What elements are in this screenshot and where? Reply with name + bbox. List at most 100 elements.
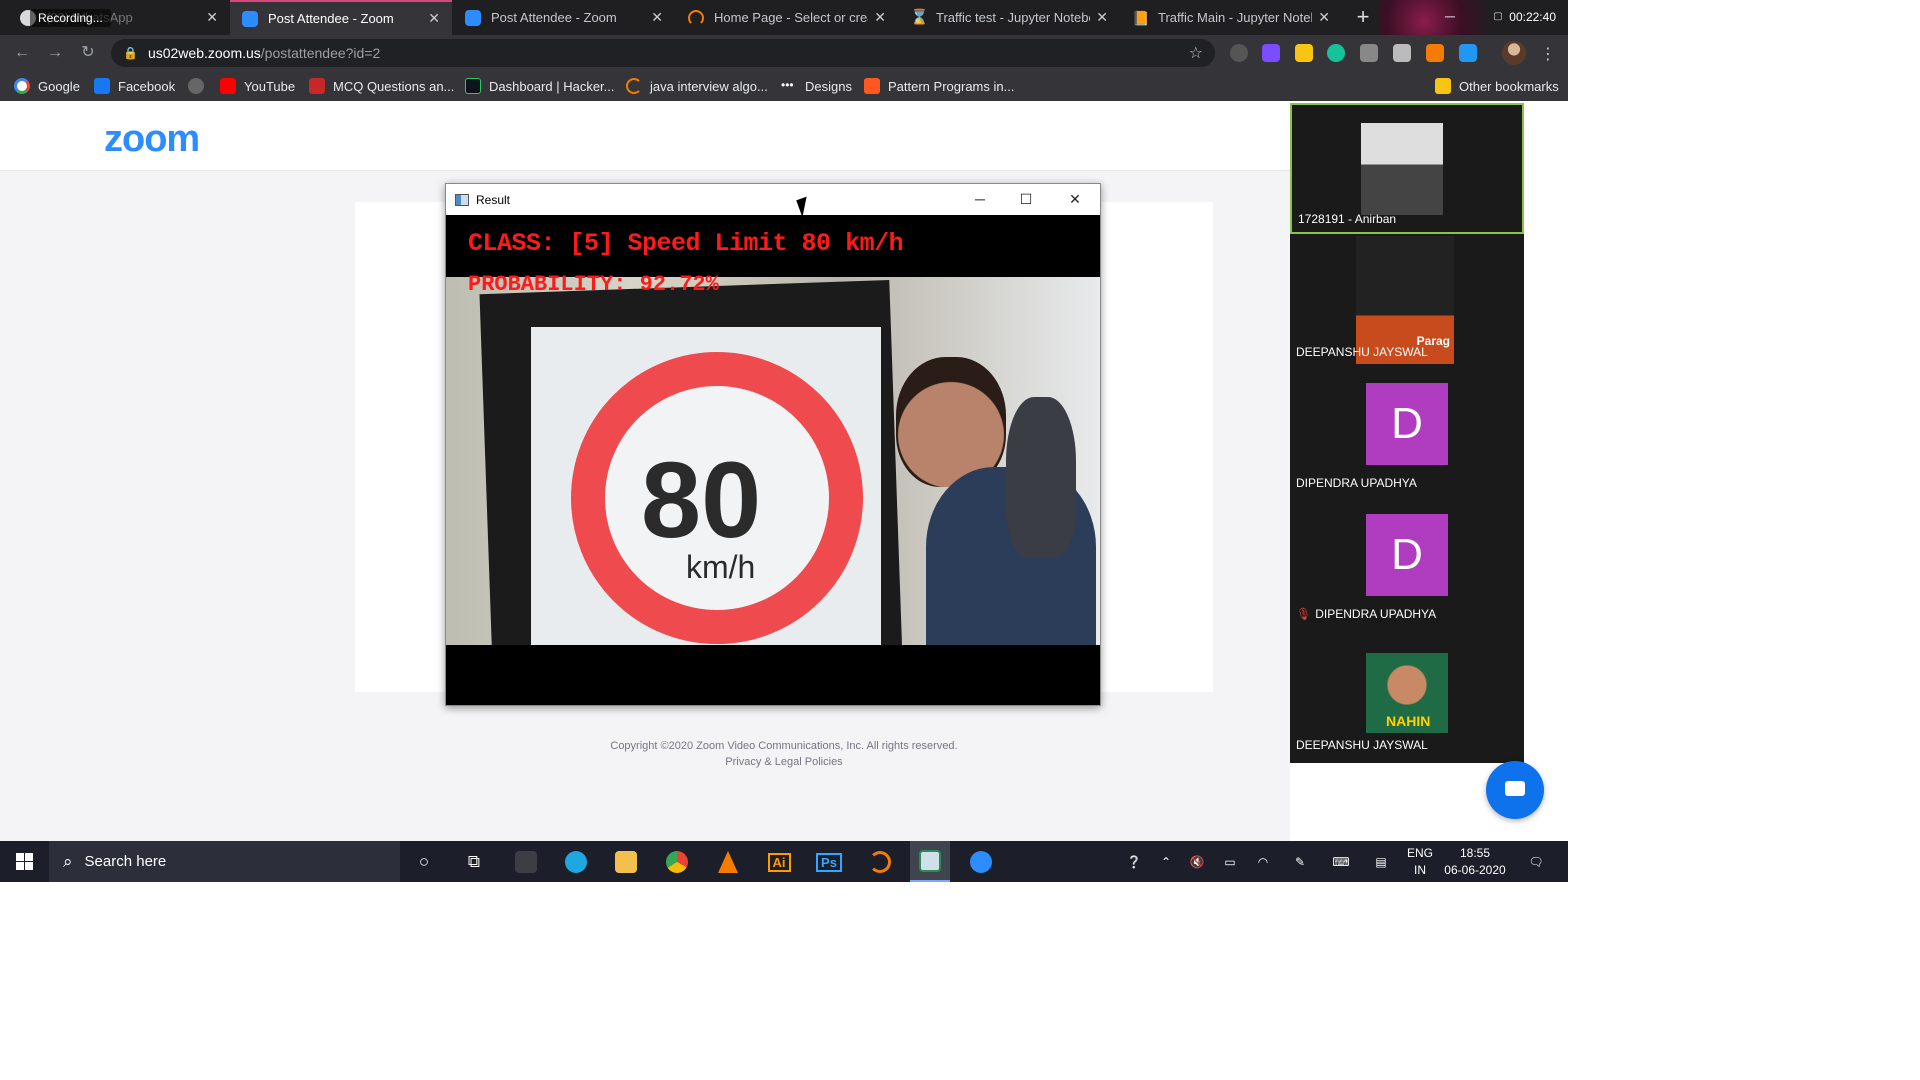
result-title: Result — [476, 192, 511, 207]
reload-icon[interactable]: ↻ — [76, 41, 100, 65]
close-button[interactable]: ✕ — [1052, 184, 1098, 215]
participant-tile[interactable]: D DIPENDRA UPADHYA — [1290, 365, 1524, 496]
zoom-logo[interactable]: zoom — [104, 118, 200, 161]
minimize-button[interactable]: ─ — [1428, 0, 1472, 35]
pen-icon[interactable]: ✎ — [1288, 841, 1312, 882]
file-explorer-icon[interactable] — [606, 847, 646, 877]
cortana-icon[interactable]: ○ — [404, 847, 444, 877]
forward-arrow-icon[interactable]: → — [43, 41, 67, 65]
bookmark-label: MCQ Questions an... — [333, 78, 455, 94]
participant-name: DEEPANSHU JAYSWAL — [1296, 345, 1428, 359]
photoshop-icon[interactable]: Ps — [809, 847, 849, 877]
wifi-icon[interactable]: ◠ — [1251, 841, 1275, 882]
extension-yellow-icon[interactable] — [1295, 44, 1313, 62]
bookmark-java[interactable]: java interview algo... — [626, 71, 768, 101]
folder-icon — [1435, 78, 1451, 94]
chrome-icon[interactable] — [657, 847, 697, 877]
tab-title: Home Page - Select or create — [714, 10, 869, 25]
url-path: /postattendee?id=2 — [260, 45, 381, 61]
help-icon[interactable]: ❔ — [1120, 841, 1148, 882]
volume-muted-icon[interactable]: 🔇 — [1185, 841, 1209, 882]
video-overlay-text: NAHIN — [1386, 713, 1431, 729]
extension-orange-icon[interactable] — [1426, 44, 1444, 62]
bookmark-google[interactable]: Google — [14, 71, 80, 101]
chevron-up-icon[interactable]: ⌃ — [1154, 841, 1178, 882]
python-window-icon[interactable] — [910, 841, 950, 882]
windows-start-button[interactable] — [0, 841, 48, 882]
chat-button[interactable] — [1486, 761, 1544, 819]
bookmark-designs[interactable]: ••• Designs — [781, 71, 852, 101]
bookmark-globe[interactable] — [188, 71, 212, 101]
new-tab-button[interactable]: + — [1350, 5, 1376, 31]
bookmark-pattern-programs[interactable]: Pattern Programs in... — [864, 71, 1014, 101]
minimize-button[interactable]: ─ — [957, 184, 1003, 215]
close-icon[interactable]: ✕ — [1096, 9, 1108, 26]
profile-avatar[interactable] — [1502, 41, 1526, 65]
edge-icon[interactable] — [556, 847, 596, 877]
grammarly-icon[interactable] — [1327, 44, 1345, 62]
task-view-icon[interactable]: ⧉ — [454, 847, 494, 877]
back-arrow-icon[interactable]: ← — [10, 41, 34, 65]
extension-blue-icon[interactable] — [1459, 44, 1477, 62]
bookmark-star-icon[interactable]: ☆ — [1189, 43, 1203, 63]
close-icon[interactable]: ✕ — [1318, 9, 1330, 26]
battery-icon[interactable]: ▭ — [1218, 841, 1242, 882]
extension-list-icon[interactable] — [1262, 44, 1280, 62]
maximize-button[interactable]: ☐ — [1003, 184, 1049, 215]
globe-icon — [188, 78, 204, 94]
address-bar[interactable]: 🔒 us02web.zoom.us /postattendee?id=2 ☆ — [111, 39, 1215, 67]
bookmark-mcq[interactable]: MCQ Questions an... — [309, 71, 454, 101]
extension-gray-icon[interactable] — [1360, 44, 1378, 62]
extension-k-icon[interactable] — [1230, 44, 1248, 62]
language-indicator[interactable]: ENG IN — [1400, 845, 1440, 879]
tab-home-page[interactable]: Home Page - Select or create ✕ — [676, 0, 898, 35]
tab-traffic-test[interactable]: ⌛ Traffic test - Jupyter Notebook ✕ — [898, 0, 1120, 35]
menu-dots-icon[interactable]: ⋮ — [1540, 44, 1556, 64]
tab-post-attendee-active[interactable]: Post Attendee - Zoom ✕ — [230, 0, 452, 35]
close-icon[interactable]: ✕ — [651, 9, 663, 26]
illustrator-icon[interactable]: Ai — [759, 847, 799, 877]
taskbar-search[interactable]: ⌕ Search here — [49, 841, 400, 882]
browser-tab-strip: (93) WhatsApp ✕ Recording... Post Attend… — [0, 0, 1568, 35]
zoom-icon — [465, 9, 481, 26]
app-icon[interactable] — [506, 847, 546, 877]
tab-post-attendee[interactable]: Post Attendee - Zoom ✕ — [453, 0, 675, 35]
bookmark-facebook[interactable]: Facebook — [94, 71, 175, 101]
participant-initial-avatar: D — [1366, 383, 1448, 465]
mcq-icon — [309, 78, 325, 94]
bookmark-label: java interview algo... — [650, 78, 768, 94]
participant-name: DEEPANSHU JAYSWAL — [1296, 738, 1428, 752]
class-label: CLASS: [5] Speed Limit 80 km/h — [468, 229, 904, 258]
participant-gallery: 1728191 - Anirban Parag DEEPANSHU JAYSWA… — [1290, 103, 1524, 763]
bookmark-youtube[interactable]: YouTube — [220, 71, 295, 101]
keyboard-icon[interactable]: ⌨ — [1326, 841, 1356, 882]
bookmark-hackerrank[interactable]: Dashboard | Hacker... — [465, 71, 615, 101]
vlc-icon[interactable] — [708, 847, 748, 877]
bookmark-label: Designs — [805, 78, 852, 94]
result-window: Result ─ ☐ ✕ CLASS: [5] Speed Limit 80 k… — [445, 183, 1101, 706]
probability-label: PROBABILITY: 92.72% — [468, 272, 719, 297]
close-icon[interactable]: ✕ — [206, 9, 218, 26]
clock-time: 18:55 — [1459, 846, 1491, 860]
zoom-app-icon[interactable] — [961, 847, 1001, 877]
result-titlebar[interactable]: Result ─ ☐ ✕ — [446, 184, 1100, 215]
tablet-mode-icon[interactable]: ▤ — [1368, 841, 1394, 882]
participant-video — [1361, 123, 1443, 215]
bookmark-other[interactable]: Other bookmarks — [1435, 71, 1559, 101]
participant-tile[interactable]: NAHIN DEEPANSHU JAYSWAL — [1290, 627, 1524, 758]
eclipse-icon[interactable] — [860, 847, 900, 877]
close-icon[interactable]: ✕ — [874, 9, 886, 26]
system-clock[interactable]: 18:55 06-06-2020 — [1440, 845, 1510, 879]
url-host: us02web.zoom.us — [147, 45, 261, 61]
tab-traffic-main[interactable]: 📙 Traffic Main - Jupyter Notebook ✕ — [1120, 0, 1342, 35]
participant-tile[interactable]: D 🎙 DIPENDRA UPADHYA — [1290, 496, 1524, 627]
hourglass-icon: ⌛ — [910, 8, 929, 26]
bookmarks-bar: Google Facebook YouTube MCQ Questions an… — [0, 71, 1568, 101]
notifications-icon[interactable]: 🗨 — [1522, 841, 1550, 882]
extension-doc-icon[interactable] — [1393, 44, 1411, 62]
frame-padding — [446, 645, 1100, 705]
participant-tile[interactable]: Parag DEEPANSHU JAYSWAL — [1290, 234, 1524, 365]
close-icon[interactable]: ✕ — [428, 10, 440, 27]
participant-tile[interactable]: 1728191 - Anirban — [1290, 103, 1524, 234]
tab-title: Post Attendee - Zoom — [491, 10, 617, 25]
